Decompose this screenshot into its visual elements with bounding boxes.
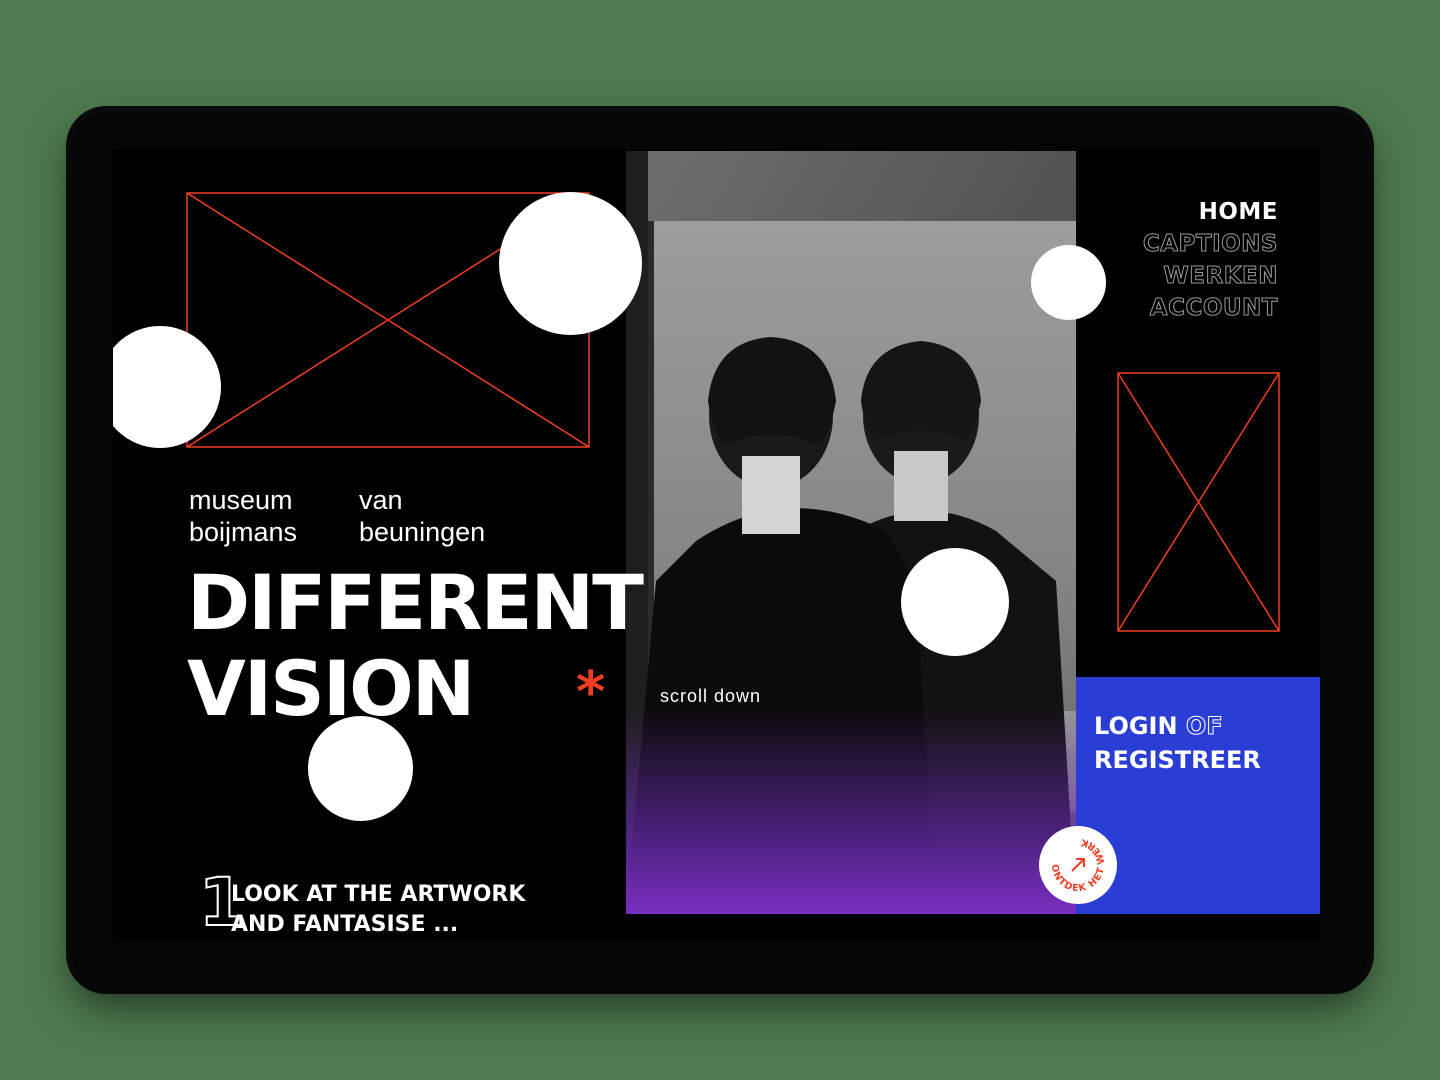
step-line: AND FANTASISE ...: [231, 912, 459, 937]
nav-item-werken[interactable]: WERKEN: [1143, 260, 1278, 292]
arrow-up-right-icon: [1071, 858, 1085, 872]
login-label: LOGIN: [1094, 712, 1178, 740]
main-nav: HOME CAPTIONS WERKEN ACCOUNT: [1142, 196, 1278, 324]
image-placeholder-tall: [1117, 372, 1280, 632]
or-label: OF: [1185, 712, 1223, 741]
artwork-photo[interactable]: [626, 151, 1076, 914]
headline-line: DIFFERENT: [187, 558, 644, 647]
decor-circle-right: [1031, 245, 1106, 320]
hero-headline: DIFFERENT VISION: [187, 558, 644, 733]
nav-item-home[interactable]: HOME: [1143, 196, 1278, 228]
logo-word: boijmans: [189, 517, 298, 547]
nav-item-account[interactable]: ACCOUNT: [1143, 292, 1278, 324]
museum-logo[interactable]: museum van boijmans beuningen: [189, 484, 485, 548]
asterisk-icon: *: [576, 660, 606, 725]
decor-circle-mid: [901, 548, 1009, 656]
login-register-link[interactable]: LOGIN OF REGISTREER: [1094, 709, 1261, 777]
logo-word: museum: [189, 485, 293, 515]
logo-word: beuningen: [359, 517, 486, 547]
nav-item-captions[interactable]: CAPTIONS: [1142, 228, 1278, 260]
discover-work-badge[interactable]: ONTDEK HET WERK: [1039, 826, 1117, 904]
step-line: LOOK AT THE ARTWORK: [231, 882, 526, 907]
step-caption: LOOK AT THE ARTWORK AND FANTASISE ...: [231, 880, 525, 940]
decor-circle-top: [499, 192, 642, 335]
scroll-down-link[interactable]: scroll down: [660, 686, 761, 707]
headline-line: VISION: [187, 644, 475, 733]
museum-landing-page: HOME CAPTIONS WERKEN ACCOUNT museum van …: [113, 150, 1320, 942]
register-label: REGISTREER: [1094, 746, 1261, 774]
logo-word: van: [359, 485, 403, 515]
